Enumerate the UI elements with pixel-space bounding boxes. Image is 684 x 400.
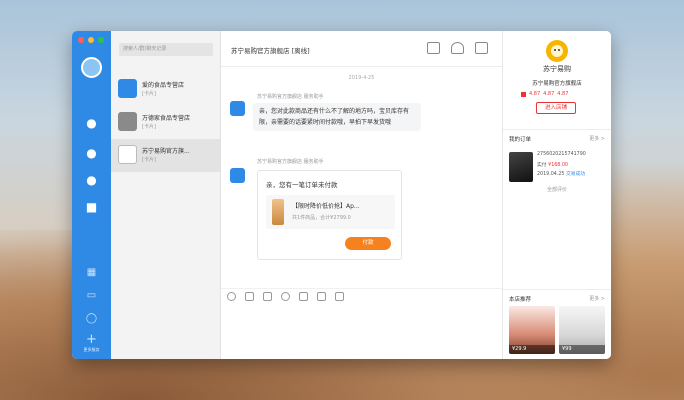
conversation-preview: [卡片] bbox=[142, 124, 156, 130]
clipboard-icon[interactable]: ■ bbox=[84, 200, 99, 214]
maximize-window-button[interactable] bbox=[98, 37, 104, 43]
product-summary: 共1件商品，合计¥2799.0 bbox=[292, 215, 351, 221]
order-price-row: 实付 ¥168.00 bbox=[537, 161, 568, 168]
order-meta-row: 2019.04.25 交易成功 bbox=[537, 170, 585, 177]
rating-badge-icon bbox=[521, 92, 526, 97]
shop-avatar bbox=[118, 112, 137, 131]
scissors-icon[interactable] bbox=[245, 292, 254, 301]
chat-icon[interactable]: ● bbox=[84, 116, 99, 130]
recommended-price: ¥99 bbox=[559, 345, 605, 354]
message-bubble: 亲，您对此款商品还有什么不了解的地方吗，宝贝库存有限，亲需要的话要紧时间付款哦，… bbox=[253, 103, 421, 131]
chat-pane: 苏宁易购官方旗舰店 [离线] 2019-4-25 苏宁易购官方旗舰店 服务助手 … bbox=[221, 31, 503, 359]
conversation-preview: [卡片] bbox=[142, 157, 156, 163]
chat-title: 苏宁易购官方旗舰店 [离线] bbox=[231, 47, 310, 55]
recommended-price: ¥29.9 bbox=[509, 345, 555, 354]
file-icon[interactable] bbox=[299, 292, 308, 301]
order-date: 2019.04.25 bbox=[537, 172, 565, 177]
pay-button[interactable]: 付款 bbox=[345, 237, 391, 250]
im-window: ● ● ● ■ ▦ ▭ ◯ + 更多服务 搜索人/群/聊天记录 爱的食品专营店 … bbox=[72, 31, 611, 359]
product-name: 【限时降价低价抢】Ap... bbox=[292, 203, 360, 210]
add-user-icon[interactable] bbox=[451, 42, 464, 54]
left-rail: ● ● ● ■ ▦ ▭ ◯ + 更多服务 bbox=[72, 31, 111, 359]
rating-value: 4.87 bbox=[557, 91, 569, 97]
window-toggle-icon[interactable] bbox=[475, 42, 488, 54]
conversation-item[interactable]: 万德家食品专营店 [卡片] bbox=[111, 106, 220, 139]
order-price: ¥168.00 bbox=[548, 163, 568, 168]
folder-icon[interactable]: ▭ bbox=[84, 289, 99, 303]
conversation-title: 万德家食品专营店 bbox=[142, 115, 191, 122]
share-icon[interactable] bbox=[427, 42, 440, 54]
rating-value: 4.87 bbox=[543, 91, 555, 97]
sender-name: 苏宁易购官方旗舰店 服务助手 bbox=[257, 159, 324, 165]
plus-icon[interactable]: + bbox=[84, 333, 99, 347]
conversation-item-active[interactable]: 苏宁易购官方旗... [卡片] bbox=[111, 139, 220, 172]
minimize-window-button[interactable] bbox=[88, 37, 94, 43]
orders-title: 我的订单 bbox=[509, 137, 532, 143]
more-services-label: 更多服务 bbox=[83, 347, 100, 352]
order-price-label: 实付 bbox=[537, 163, 547, 168]
history-icon[interactable] bbox=[335, 292, 344, 301]
shop-avatar bbox=[118, 145, 137, 164]
recommend-more-link[interactable]: 更多 > bbox=[589, 295, 605, 302]
shop-panel: 苏宁易购 苏宁易购官方旗舰店 4.87 4.87 4.87 进入店铺 我的订单 … bbox=[503, 31, 611, 359]
shop-avatar bbox=[118, 79, 137, 98]
order-heading: 亲，您有一笔订单未付款 bbox=[266, 181, 338, 189]
rating-value: 4.87 bbox=[529, 91, 541, 97]
orders-more-link[interactable]: 更多 > bbox=[589, 135, 605, 142]
bot-avatar bbox=[230, 168, 245, 183]
divider bbox=[503, 289, 611, 290]
conversation-title: 苏宁易购官方旗... bbox=[142, 148, 190, 155]
conversation-preview: [卡片] bbox=[142, 91, 156, 97]
logo-text: 苏宁易购 bbox=[543, 64, 571, 73]
close-window-button[interactable] bbox=[78, 37, 84, 43]
shop-name: 苏宁易购官方旗舰店 bbox=[532, 81, 582, 87]
order-thumbnail[interactable] bbox=[509, 152, 533, 182]
divider bbox=[503, 129, 611, 130]
message-timestamp: 2019-4-25 bbox=[348, 75, 375, 81]
conversation-title: 爱的食品专营店 bbox=[142, 82, 185, 89]
shop-logo: 苏宁易购 bbox=[543, 40, 571, 73]
emoji-icon[interactable] bbox=[227, 292, 236, 301]
search-input[interactable]: 搜索人/群/聊天记录 bbox=[119, 43, 213, 56]
quick-reply-icon[interactable] bbox=[317, 292, 326, 301]
chat-header: 苏宁易购官方旗舰店 [离线] bbox=[221, 31, 502, 67]
sender-name: 苏宁易购官方旗舰店 服务助手 bbox=[257, 94, 324, 100]
window-controls bbox=[78, 37, 104, 43]
all-reviews-link[interactable]: 全部评价 bbox=[503, 186, 611, 193]
order-id: 2756020215741790 bbox=[537, 152, 586, 157]
recommended-product-card[interactable]: ¥99 bbox=[559, 306, 605, 354]
product-thumbnail bbox=[272, 199, 284, 225]
recommended-product-card[interactable]: ¥29.9 bbox=[509, 306, 555, 354]
user-icon[interactable]: ● bbox=[84, 146, 99, 160]
input-toolbar bbox=[221, 288, 502, 304]
contacts-icon[interactable]: ● bbox=[84, 173, 99, 187]
conversation-item[interactable]: 爱的食品专营店 [卡片] bbox=[111, 73, 220, 106]
order-status: 交易成功 bbox=[566, 172, 586, 177]
shop-ratings: 4.87 4.87 4.87 bbox=[521, 91, 568, 97]
unpaid-order-card: 亲，您有一笔订单未付款 【限时降价低价抢】Ap... 共1件商品，合计¥2799… bbox=[257, 170, 402, 260]
enter-shop-button[interactable]: 进入店铺 bbox=[536, 102, 576, 114]
product-row[interactable]: 【限时降价低价抢】Ap... 共1件商品，合计¥2799.0 bbox=[266, 195, 395, 229]
chart-icon[interactable]: ▦ bbox=[84, 266, 99, 280]
conversation-list: 搜索人/群/聊天记录 爱的食品专营店 [卡片] 万德家食品专营店 [卡片] 苏宁… bbox=[111, 31, 221, 359]
recommend-title: 本店推荐 bbox=[509, 297, 532, 303]
image-icon[interactable] bbox=[263, 292, 272, 301]
question-icon[interactable] bbox=[281, 292, 290, 301]
avatar[interactable] bbox=[81, 57, 102, 78]
bot-avatar bbox=[230, 101, 245, 116]
clock-icon[interactable]: ◯ bbox=[84, 312, 99, 326]
